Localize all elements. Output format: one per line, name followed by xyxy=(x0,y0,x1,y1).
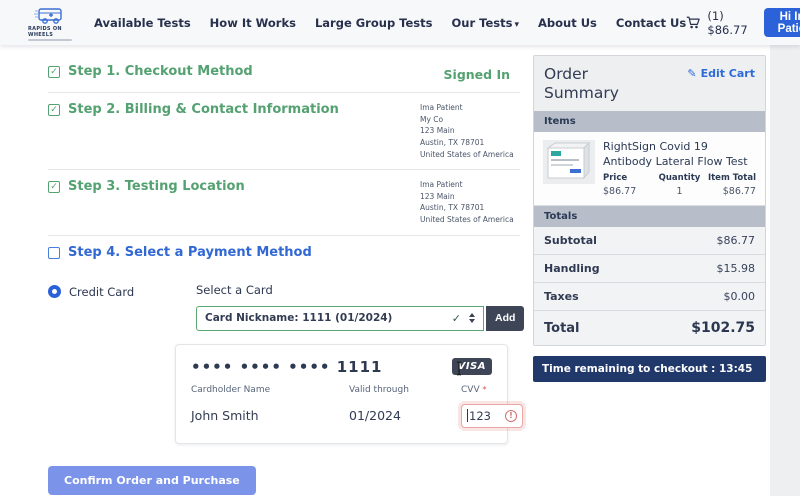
valid-through-value: 01/2024 xyxy=(349,408,401,424)
quantity-label: Quantity xyxy=(658,173,701,184)
required-asterisk: * xyxy=(482,384,487,394)
items-section-header: Items xyxy=(534,110,765,132)
cardholder-name-label: Cardholder Name xyxy=(191,384,271,395)
step3-row: ✓ Step 3. Testing Location Ima Patient 1… xyxy=(48,170,520,236)
user-account-button[interactable]: Hi Ima Patient xyxy=(764,8,800,37)
brand-name: RAPIDS ON WHEELS xyxy=(28,25,62,38)
step2-checkbox[interactable]: ✓ xyxy=(48,104,60,116)
step1-row: ✓ Step 1. Checkout Method Signed In xyxy=(48,55,520,93)
cvv-warning-icon: ! xyxy=(505,409,517,422)
handling-row: Handling $15.98 xyxy=(534,255,765,284)
nav-item-contact-us[interactable]: Contact Us xyxy=(616,16,686,30)
testing-location-address: Ima Patient 123 Main Austin, TX 78701 Un… xyxy=(420,180,514,224)
grand-total-row: Total $102.75 xyxy=(534,311,765,346)
cart-item: RightSign Covid 19 Antibody Lateral Flow… xyxy=(534,131,765,207)
cvv-label: CVV * xyxy=(461,384,487,395)
text-caret xyxy=(467,409,468,423)
add-card-button[interactable]: Add xyxy=(486,305,525,331)
step3-title: Step 3. Testing Location xyxy=(68,179,245,195)
nav-menu: Available Tests How It Works Large Group… xyxy=(94,16,686,30)
checkout-steps-column: ✓ Step 1. Checkout Method Signed In ✓ St… xyxy=(48,55,525,496)
edit-cart-link[interactable]: ✎ Edit Cart xyxy=(687,67,755,80)
nav-item-about-us[interactable]: About Us xyxy=(538,16,597,30)
order-summary-sidebar: Order Summary ✎ Edit Cart Items RightSig… xyxy=(533,55,766,496)
cart-icon xyxy=(686,16,700,29)
step1-title: Step 1. Checkout Method xyxy=(68,64,253,79)
cardholder-name-value: John Smith xyxy=(191,408,259,424)
step2-title: Step 2. Billing & Contact Information xyxy=(68,102,339,117)
pencil-icon: ✎ xyxy=(687,67,697,80)
step3-checkbox[interactable]: ✓ xyxy=(48,181,60,194)
nav-item-available-tests[interactable]: Available Tests xyxy=(94,16,191,30)
billing-address: Ima Patient My Co 123 Main Austin, TX 78… xyxy=(420,103,514,159)
step1-checkbox[interactable]: ✓ xyxy=(48,66,60,78)
nav-item-our-tests[interactable]: Our Tests ▾ xyxy=(452,16,519,30)
cvv-input[interactable] xyxy=(469,408,495,423)
signed-in-status: Signed In xyxy=(443,67,510,82)
product-thumbnail xyxy=(543,139,595,184)
subtotal-row: Subtotal $86.77 xyxy=(534,227,765,256)
select-updown-icon xyxy=(469,313,475,324)
card-select-dropdown[interactable]: Card Nickname: 1111 (01/2024) ✓ xyxy=(196,305,484,331)
step4-checkbox[interactable] xyxy=(48,246,60,259)
checkout-timer-banner: Time remaining to checkout : 13:45 xyxy=(533,356,766,383)
credit-card-radio[interactable] xyxy=(48,285,61,299)
van-logo-icon xyxy=(34,7,62,24)
cart-count: (1) $86.77 xyxy=(707,8,748,37)
masked-card-number: •••• •••• •••• 1111 xyxy=(191,357,383,376)
payment-method-section: Credit Card Select a Card Card Nickname:… xyxy=(48,269,525,496)
caret-down-icon: ▾ xyxy=(514,19,519,30)
nav-item-how-it-works[interactable]: How It Works xyxy=(210,16,296,30)
nav-item-large-group-tests[interactable]: Large Group Tests xyxy=(315,16,433,30)
cvv-field-wrapper: ! xyxy=(461,403,523,428)
step4-title: Step 4. Select a Payment Method xyxy=(68,244,312,260)
step4-row: Step 4. Select a Payment Method xyxy=(48,236,520,269)
taxes-row: Taxes $0.00 xyxy=(534,283,765,312)
item-total-value: $86.77 xyxy=(722,186,756,198)
step2-row: ✓ Step 2. Billing & Contact Information … xyxy=(48,93,520,171)
order-summary-title: Order Summary xyxy=(544,65,619,103)
top-navigation: RAPIDS ON WHEELS Available Tests How It … xyxy=(0,0,800,45)
nav-right: (1) $86.77 Hi Ima Patient xyxy=(686,8,800,37)
valid-check-icon: ✓ xyxy=(451,311,461,325)
user-button-label: Hi Ima Patient xyxy=(777,10,800,35)
totals-section-header: Totals xyxy=(534,206,765,228)
brand-tagline xyxy=(28,38,72,41)
credit-card-label: Credit Card xyxy=(69,284,135,299)
visa-brand-badge: VISA xyxy=(451,357,492,375)
checkout-page: ✓ Step 1. Checkout Method Signed In ✓ St… xyxy=(0,45,770,496)
valid-through-label: Valid through xyxy=(349,384,409,395)
cart-button[interactable]: (1) $86.77 xyxy=(686,9,752,37)
item-total-label: Item Total xyxy=(707,173,756,184)
price-label: Price xyxy=(603,173,628,184)
credit-card-panel: •••• •••• •••• 1111 VISA Cardholder Name… xyxy=(175,343,523,444)
item-name: RightSign Covid 19 Antibody Lateral Flow… xyxy=(603,139,748,168)
selected-card-text: Card Nickname: 1111 (01/2024) xyxy=(205,312,393,325)
logo[interactable]: RAPIDS ON WHEELS xyxy=(28,5,72,41)
price-value: $86.77 xyxy=(603,186,637,198)
confirm-order-button[interactable]: Confirm Order and Purchase xyxy=(48,465,256,495)
select-a-card-label: Select a Card xyxy=(196,282,273,297)
quantity-value: 1 xyxy=(676,186,683,198)
